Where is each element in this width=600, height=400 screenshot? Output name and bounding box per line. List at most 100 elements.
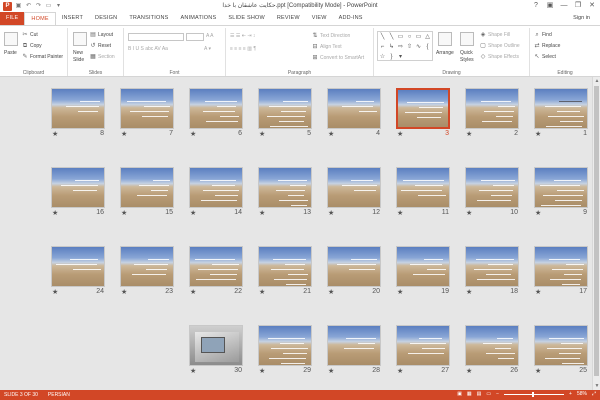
curve-shape-icon[interactable]: ∿ (414, 42, 423, 52)
minimize-button[interactable]: — (558, 0, 570, 11)
connector-shape-icon[interactable]: ↳ (387, 42, 396, 52)
animation-star-icon[interactable]: ★ (52, 288, 58, 296)
format-painter-button[interactable]: ✎ Format Painter (22, 54, 63, 60)
brace2-shape-icon[interactable]: } (387, 52, 396, 62)
grow-font-icon[interactable]: A A (206, 33, 214, 39)
tab-transitions[interactable]: TRANSITIONS (123, 12, 174, 25)
animation-star-icon[interactable]: ★ (466, 209, 472, 217)
slide-thumbnail-4[interactable]: ★ 4 (327, 88, 381, 140)
new-slide-icon[interactable] (73, 32, 87, 46)
slide-thumbnail-16[interactable]: ★ 16 (51, 167, 105, 219)
shape-effects-button[interactable]: ◇ Shape Effects (480, 54, 519, 60)
reset-button[interactable]: ↺ Reset (90, 43, 111, 49)
animation-star-icon[interactable]: ★ (121, 209, 127, 217)
undo-icon[interactable]: ↶ (25, 3, 32, 10)
arrange-button[interactable]: Arrange (436, 50, 454, 56)
slide-thumbnail-12[interactable]: ★ 12 (327, 167, 381, 219)
start-slideshow-icon[interactable]: ▭ (45, 3, 52, 10)
slide-thumbnail-28[interactable]: ★ 28 (327, 325, 381, 377)
text-direction-button[interactable]: ⇅ Text Direction (312, 33, 350, 39)
animation-star-icon[interactable]: ★ (190, 288, 196, 296)
slide-thumbnail-7[interactable]: ★ 7 (120, 88, 174, 140)
slide-thumbnail-6[interactable]: ★ 6 (189, 88, 243, 140)
tab-file[interactable]: FILE (0, 12, 25, 25)
slide-thumbnail-17[interactable]: ★ 17 (534, 246, 588, 298)
align-buttons[interactable]: ≡ ≡ ≡ ≡ ▥ ¶ (230, 46, 256, 52)
scroll-up-icon[interactable]: ▲ (594, 78, 600, 84)
slide-thumbnail-2[interactable]: ★ 2 (465, 88, 519, 140)
restore-button[interactable]: ❐ (572, 0, 584, 11)
layout-button[interactable]: ▤ Layout (90, 32, 113, 38)
slide-thumbnail-11[interactable]: ★ 11 (396, 167, 450, 219)
slide-thumbnail-10[interactable]: ★ 10 (465, 167, 519, 219)
animation-star-icon[interactable]: ★ (259, 367, 265, 375)
animation-star-icon[interactable]: ★ (535, 130, 541, 138)
animation-star-icon[interactable]: ★ (190, 130, 196, 138)
arrange-icon[interactable] (438, 32, 452, 46)
animation-star-icon[interactable]: ★ (259, 209, 265, 217)
normal-view-icon[interactable]: ▣ (457, 391, 462, 397)
zoom-in-icon[interactable]: + (569, 391, 572, 397)
zoom-out-icon[interactable]: − (496, 391, 499, 397)
slide-sorter[interactable]: ★ 8 ★ 7 ★ 6 ★ 5 ★ 4 ★ 3 ★ 2 ★ 1 ★ 16 ★ 15 ★ 14 ★ 13 ★ 12 ★ 11 ★ 10 ★ 9 ★… (0, 77, 600, 390)
help-icon[interactable]: ? (530, 0, 542, 11)
tab-design[interactable]: DESIGN (89, 12, 123, 25)
rect-shape-icon[interactable]: ▭ (396, 32, 405, 42)
arrow-up-shape-icon[interactable]: ⇧ (405, 42, 414, 52)
animation-star-icon[interactable]: ★ (190, 367, 196, 375)
font-style-buttons[interactable]: B I U S abc AV Aa (128, 46, 168, 52)
slide-thumbnail-1[interactable]: ★ 1 (534, 88, 588, 140)
slide-thumbnail-24[interactable]: ★ 24 (51, 246, 105, 298)
animation-star-icon[interactable]: ★ (259, 130, 265, 138)
select-button[interactable]: ↖ Select (534, 54, 555, 60)
language-indicator[interactable]: PERSIAN (48, 392, 70, 398)
animation-star-icon[interactable]: ★ (190, 209, 196, 217)
oval-shape-icon[interactable]: ○ (405, 32, 414, 42)
section-button[interactable]: ▦ Section (90, 54, 115, 60)
tab-animations[interactable]: ANIMATIONS (175, 12, 223, 25)
slide-thumbnail-13[interactable]: ★ 13 (258, 167, 312, 219)
quick-styles-button[interactable]: Quick (460, 50, 473, 56)
animation-star-icon[interactable]: ★ (466, 367, 472, 375)
animation-star-icon[interactable]: ★ (52, 130, 58, 138)
slide-thumbnail-9[interactable]: ★ 9 (534, 167, 588, 219)
paste-button[interactable]: Paste (4, 50, 17, 56)
animation-star-icon[interactable]: ★ (535, 288, 541, 296)
animation-star-icon[interactable]: ★ (328, 288, 334, 296)
line3-shape-icon[interactable]: ⌐ (378, 42, 387, 52)
animation-star-icon[interactable]: ★ (328, 367, 334, 375)
animation-star-icon[interactable]: ★ (259, 288, 265, 296)
tab-view[interactable]: VIEW (306, 12, 333, 25)
sign-in-link[interactable]: Sign in (573, 15, 590, 21)
animation-star-icon[interactable]: ★ (397, 130, 403, 138)
animation-star-icon[interactable]: ★ (397, 288, 403, 296)
animation-star-icon[interactable]: ★ (466, 288, 472, 296)
triangle-shape-icon[interactable]: △ (423, 32, 432, 42)
tab-insert[interactable]: INSERT (56, 12, 89, 25)
find-button[interactable]: ⌕ Find (534, 32, 551, 38)
close-button[interactable]: ✕ (586, 0, 598, 11)
paste-icon[interactable] (4, 32, 18, 46)
zoom-slider-knob[interactable] (532, 391, 535, 397)
slide-thumbnail-25[interactable]: ★ 25 (534, 325, 588, 377)
cut-button[interactable]: ✂ Cut (22, 32, 37, 38)
slide-thumbnail-3[interactable]: ★ 3 (396, 88, 450, 140)
star-shape-icon[interactable]: ☆ (378, 52, 387, 62)
font-name-combo[interactable] (128, 33, 184, 41)
scroll-down-icon[interactable]: ▼ (594, 383, 600, 389)
slide-thumbnail-29[interactable]: ★ 29 (258, 325, 312, 377)
line2-shape-icon[interactable]: ╲ (387, 32, 396, 42)
replace-button[interactable]: ⇄ Replace (534, 43, 560, 49)
slide-thumbnail-26[interactable]: ★ 26 (465, 325, 519, 377)
slide-thumbnail-8[interactable]: ★ 8 (51, 88, 105, 140)
animation-star-icon[interactable]: ★ (466, 130, 472, 138)
fit-to-window-icon[interactable]: ⤢ (592, 391, 596, 397)
vertical-scrollbar[interactable]: ▲ ▼ (592, 77, 600, 390)
animation-star-icon[interactable]: ★ (535, 209, 541, 217)
shape-fill-button[interactable]: ◈ Shape Fill (480, 32, 511, 38)
slide-thumbnail-14[interactable]: ★ 14 (189, 167, 243, 219)
slide-sorter-view-icon[interactable]: ▦ (467, 391, 472, 397)
slide-thumbnail-15[interactable]: ★ 15 (120, 167, 174, 219)
font-size-combo[interactable] (186, 33, 204, 41)
slide-thumbnail-22[interactable]: ★ 22 (189, 246, 243, 298)
